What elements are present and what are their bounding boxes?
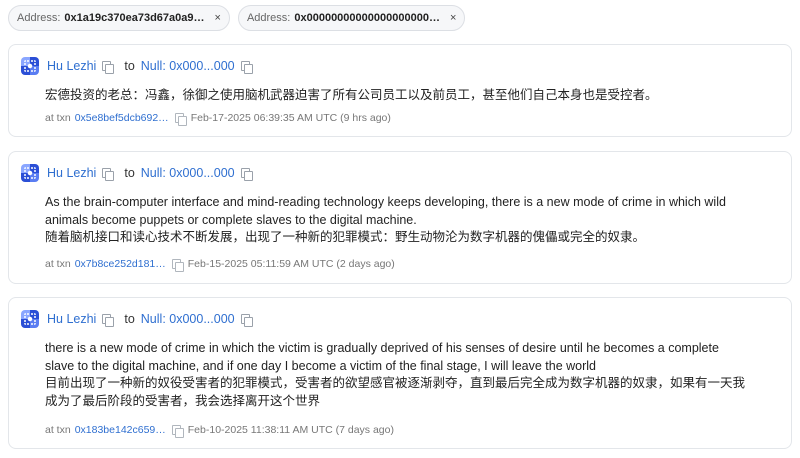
message-header: Hu Lezhi to Null: 0x000...000 [21, 163, 253, 183]
message-body: As the brain-computer interface and mind… [45, 194, 777, 247]
copy-icon[interactable] [102, 60, 115, 74]
message-line: 目前出现了一种新的奴役受害者的犯罪模式，受害者的欲望感官被逐渐剥夺，直到最后完全… [45, 376, 746, 390]
filter-label: Address: [246, 12, 291, 24]
sender-link[interactable]: Hu Lezhi [47, 312, 96, 326]
message-line: animals become puppets or complete slave… [45, 212, 417, 227]
recipient-link[interactable]: Null: 0x000...000 [141, 166, 235, 180]
avatar [21, 57, 39, 75]
to-label: to [124, 59, 135, 73]
copy-icon[interactable] [240, 60, 253, 74]
message-header: Hu Lezhi to Null: 0x000...000 [21, 56, 253, 76]
message-body: 宏德投资的老总：冯鑫，徐御之使用脑机武器迫害了所有公司员工以及前员工，甚至他们自… [45, 87, 777, 105]
address-filters: Address: 0x1a19c370ea73d67a0a9… × Addres… [8, 5, 466, 31]
avatar [21, 310, 39, 328]
message-line: there is a new mode of crime in which th… [45, 341, 719, 355]
message-header: Hu Lezhi to Null: 0x000...000 [21, 309, 253, 329]
txn-label: at txn [45, 424, 71, 436]
timestamp: Feb-10-2025 11:38:11 AM UTC (7 days ago) [187, 424, 394, 436]
copy-icon[interactable] [240, 167, 253, 181]
avatar [21, 164, 39, 182]
address-filter-chip[interactable]: Address: 0x00000000000000000000… × [237, 5, 466, 31]
message-line: 宏德投资的老总：冯鑫，徐御之使用脑机武器迫害了所有公司员工以及前员工，甚至他们自… [45, 88, 658, 102]
remove-filter-icon[interactable]: × [450, 12, 456, 24]
copy-icon[interactable] [240, 313, 253, 327]
message-meta: at txn 0x5e8bef5dcb692… Feb-17-2025 06:3… [45, 112, 391, 126]
message-line: slave to the digital machine, and if one… [45, 358, 596, 373]
message-line: 随着脑机接口和读心技术不断发展，出现了一种新的犯罪模式：野生动物沦为数字机器的傀… [45, 230, 646, 244]
timestamp: Feb-17-2025 06:39:35 AM UTC (9 hrs ago) [190, 112, 391, 124]
recipient-link[interactable]: Null: 0x000...000 [141, 312, 235, 326]
txn-label: at txn [45, 258, 71, 270]
message-card: Hu Lezhi to Null: 0x000...000 there is a… [8, 297, 792, 449]
copy-icon[interactable] [171, 424, 184, 438]
filter-value: 0x1a19c370ea73d67a0a9… [64, 12, 205, 24]
message-card: Hu Lezhi to Null: 0x000...000 宏德投资的老总：冯鑫… [8, 44, 792, 137]
txn-label: at txn [45, 112, 71, 124]
to-label: to [124, 166, 135, 180]
sender-link[interactable]: Hu Lezhi [47, 166, 96, 180]
recipient-link[interactable]: Null: 0x000...000 [141, 59, 235, 73]
message-meta: at txn 0x183be142c659… Feb-10-2025 11:38… [45, 424, 394, 438]
copy-icon[interactable] [171, 258, 184, 272]
copy-icon[interactable] [102, 313, 115, 327]
copy-icon[interactable] [174, 112, 187, 126]
filter-value: 0x00000000000000000000… [294, 12, 440, 24]
message-line: As the brain-computer interface and mind… [45, 195, 726, 209]
copy-icon[interactable] [102, 167, 115, 181]
sender-link[interactable]: Hu Lezhi [47, 59, 96, 73]
txn-link[interactable]: 0x5e8bef5dcb692… [75, 112, 169, 124]
remove-filter-icon[interactable]: × [215, 12, 221, 24]
filter-label: Address: [17, 12, 61, 24]
message-line: 成为了最后阶段的受害者，我会选择离开这个世界 [45, 393, 321, 408]
txn-link[interactable]: 0x7b8ce252d181… [75, 258, 166, 270]
txn-link[interactable]: 0x183be142c659… [75, 424, 166, 436]
address-filter-chip[interactable]: Address: 0x1a19c370ea73d67a0a9… × [8, 5, 230, 31]
to-label: to [124, 312, 135, 326]
message-meta: at txn 0x7b8ce252d181… Feb-15-2025 05:11… [45, 258, 395, 272]
timestamp: Feb-15-2025 05:11:59 AM UTC (2 days ago) [187, 258, 395, 270]
message-card: Hu Lezhi to Null: 0x000...000 As the bra… [8, 151, 792, 284]
message-body: there is a new mode of crime in which th… [45, 340, 777, 410]
